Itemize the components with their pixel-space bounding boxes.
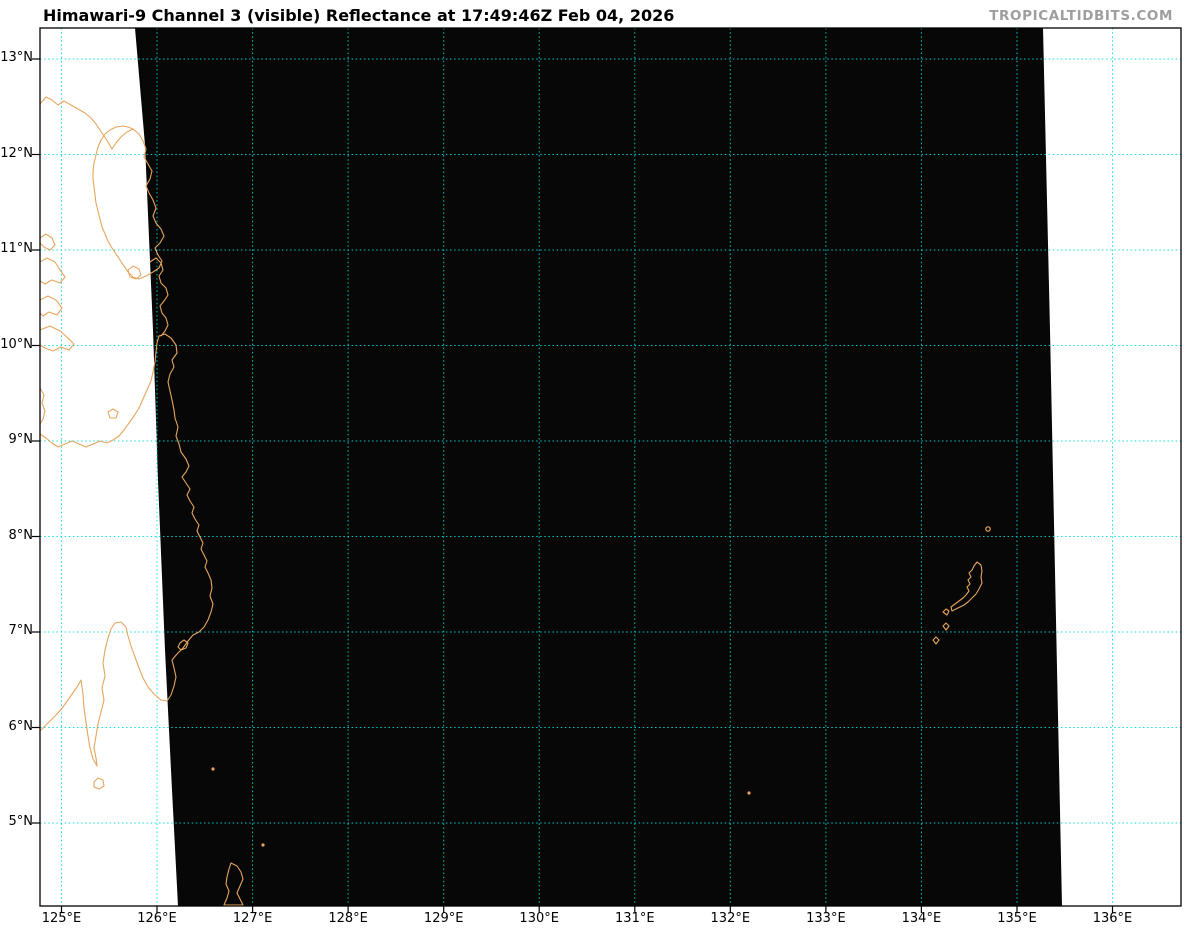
lat-tick-label: 5°N [0, 814, 33, 829]
lat-tick-label: 12°N [0, 146, 33, 161]
lat-tick-label: 7°N [0, 623, 33, 638]
lon-tick-label: 134°E [886, 911, 956, 926]
lon-tick-label: 135°E [982, 911, 1052, 926]
islet-dot-1 [211, 767, 214, 770]
lat-tick-label: 10°N [0, 337, 33, 352]
coastline-west-edge-islands [40, 234, 74, 424]
lat-tick-label: 8°N [0, 528, 33, 543]
lon-tick-label: 126°E [122, 911, 192, 926]
satellite-map-page: Himawari-9 Channel 3 (visible) Reflectan… [0, 0, 1200, 929]
lat-tick-label: 13°N [0, 50, 33, 65]
coastline-samar-coast [40, 97, 133, 149]
lon-tick-label: 129°E [409, 911, 479, 926]
lon-tick-label: 125°E [27, 911, 97, 926]
lon-tick-label: 127°E [218, 911, 288, 926]
islet-dot-3 [747, 791, 750, 794]
lat-tick-label: 11°N [0, 241, 33, 256]
satellite-scan-area [135, 28, 1062, 906]
lon-tick-label: 132°E [695, 911, 765, 926]
islet-dot-2 [261, 843, 264, 846]
lon-tick-label: 133°E [791, 911, 861, 926]
lon-tick-label: 131°E [600, 911, 670, 926]
lon-tick-label: 128°E [313, 911, 383, 926]
coastline-sarangani-island [94, 778, 104, 789]
lon-tick-label: 130°E [504, 911, 574, 926]
satellite-map-plot [0, 0, 1200, 929]
lat-tick-label: 6°N [0, 719, 33, 734]
lon-tick-label: 136°E [1078, 911, 1148, 926]
lat-tick-label: 9°N [0, 432, 33, 447]
coastline-camiguin-island [108, 409, 118, 418]
